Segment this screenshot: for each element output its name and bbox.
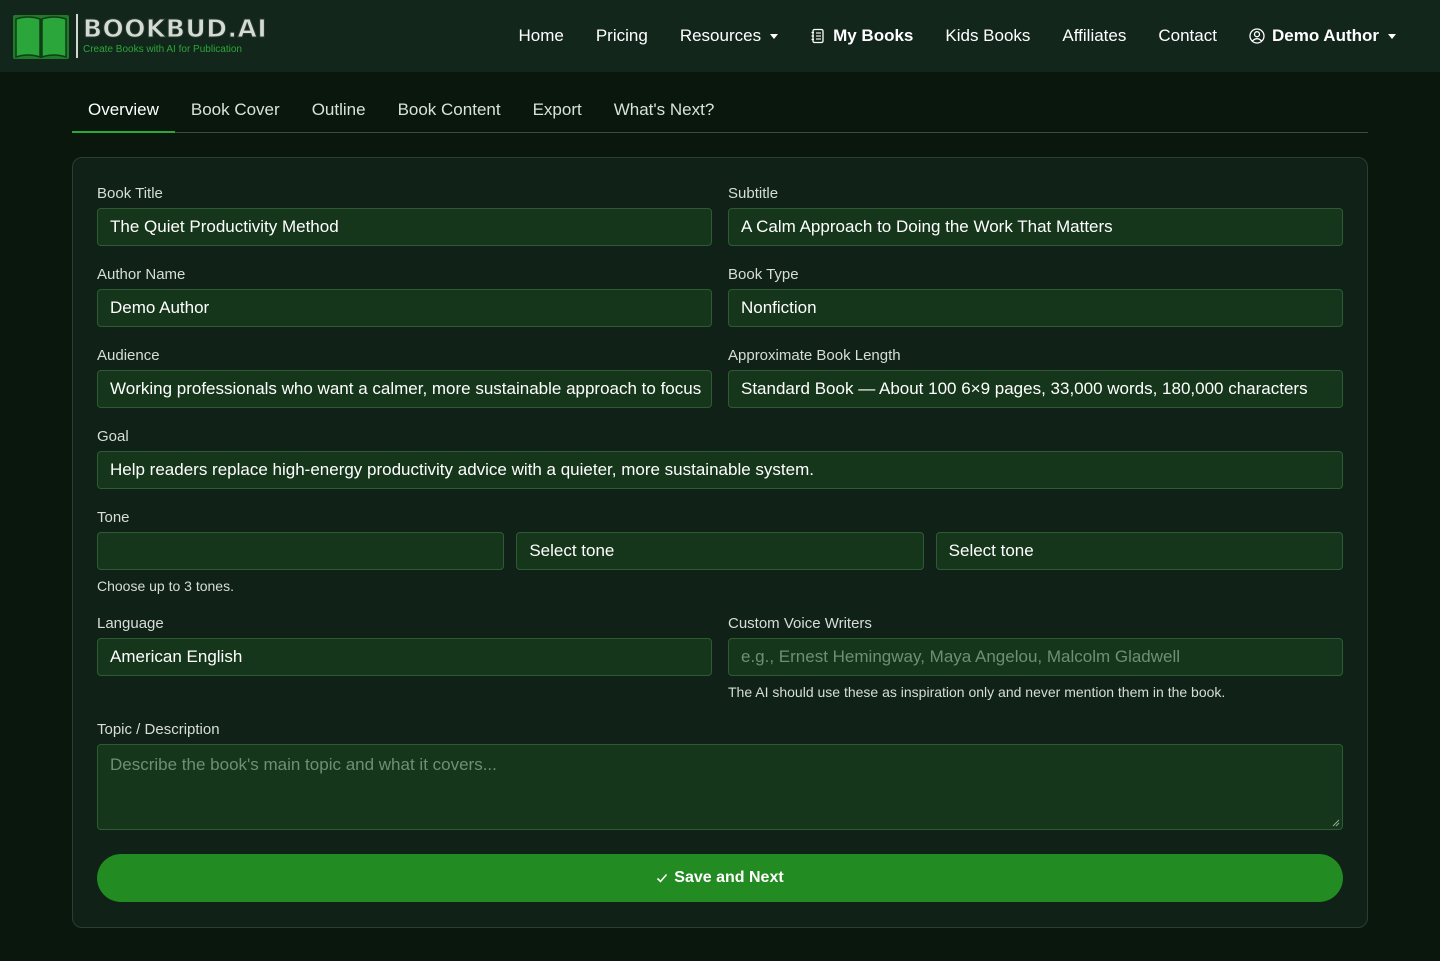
nav-pricing[interactable]: Pricing [580, 26, 664, 46]
book-length-select[interactable]: Standard Book — About 100 6×9 pages, 33,… [728, 370, 1343, 408]
journal-icon [811, 28, 824, 44]
tone-select-1[interactable] [97, 532, 505, 570]
tone-select-3[interactable]: Select tone [935, 532, 1343, 570]
tab-book-content[interactable]: Book Content [382, 88, 517, 132]
tone-label: Tone [97, 509, 130, 526]
brand-tagline: Create Books with AI for Publication [83, 44, 242, 55]
topic-placeholder: Describe the book's main topic and what … [110, 755, 497, 774]
book-type-label: Book Type [728, 266, 799, 283]
voice-writers-label: Custom Voice Writers [728, 615, 872, 632]
voice-writers-hint: The AI should use these as inspiration o… [728, 684, 1226, 700]
voice-writers-input[interactable]: e.g., Ernest Hemingway, Maya Angelou, Ma… [728, 638, 1343, 676]
nav-contact[interactable]: Contact [1142, 26, 1233, 46]
nav-links: Home Pricing Resources My Books Kids Boo… [502, 0, 1412, 72]
author-name-input[interactable]: Demo Author [97, 289, 712, 327]
navbar: BOOKBUD.AI Create Books with AI for Publ… [0, 0, 1440, 72]
nav-affiliates[interactable]: Affiliates [1046, 26, 1142, 46]
user-menu-dropdown[interactable]: Demo Author [1233, 26, 1412, 46]
tab-export[interactable]: Export [517, 88, 598, 132]
goal-input[interactable]: Help readers replace high-energy product… [97, 451, 1343, 489]
subtitle-label: Subtitle [728, 185, 779, 202]
brand-text: BOOKBUD.AI Create Books with AI for Publ… [76, 14, 267, 58]
save-and-next-button[interactable]: Save and Next [97, 854, 1343, 902]
save-and-next-label: Save and Next [674, 869, 784, 886]
book-type-select[interactable]: Nonfiction [728, 289, 1343, 327]
audience-input[interactable]: Working professionals who want a calmer,… [97, 370, 712, 408]
user-name: Demo Author [1271, 26, 1379, 45]
tone-hint: Choose up to 3 tones. [97, 578, 234, 594]
caret-down-icon [770, 33, 779, 39]
nav-kids-books[interactable]: Kids Books [929, 26, 1046, 46]
goal-label: Goal [97, 428, 129, 445]
brand-logo-link[interactable]: BOOKBUD.AI Create Books with AI for Publ… [12, 11, 267, 61]
subtitle-input[interactable]: A Calm Approach to Doing the Work That M… [728, 208, 1343, 246]
resize-grip-icon[interactable] [1332, 819, 1340, 827]
audience-label: Audience [97, 347, 160, 364]
language-label: Language [97, 615, 164, 632]
language-select[interactable]: American English [97, 638, 712, 676]
brand-name: BOOKBUD.AI [82, 14, 268, 43]
nav-home[interactable]: Home [502, 26, 579, 46]
tone-select-2[interactable]: Select tone [516, 532, 924, 570]
nav-resources-dropdown[interactable]: Resources [664, 26, 794, 46]
user-circle-icon [1249, 28, 1265, 44]
author-name-label: Author Name [97, 266, 186, 283]
caret-down-icon [1388, 33, 1396, 39]
book-length-label: Approximate Book Length [728, 347, 901, 364]
topic-label: Topic / Description [97, 721, 220, 738]
tab-overview[interactable]: Overview [72, 88, 175, 133]
tab-outline[interactable]: Outline [296, 88, 382, 132]
nav-my-books-label: My Books [833, 26, 914, 45]
open-book-icon [12, 11, 70, 61]
book-title-input[interactable]: The Quiet Productivity Method [97, 208, 712, 246]
overview-form-card: Book Title The Quiet Productivity Method… [72, 157, 1368, 928]
nav-resources-label: Resources [679, 26, 762, 45]
tab-book-cover[interactable]: Book Cover [175, 88, 296, 132]
book-tabs: Overview Book Cover Outline Book Content… [72, 72, 1368, 133]
topic-textarea[interactable]: Describe the book's main topic and what … [97, 744, 1343, 830]
checkmark-icon [657, 873, 668, 883]
book-title-label: Book Title [97, 185, 163, 202]
nav-my-books[interactable]: My Books [794, 26, 929, 46]
tab-whats-next[interactable]: What's Next? [598, 88, 731, 132]
